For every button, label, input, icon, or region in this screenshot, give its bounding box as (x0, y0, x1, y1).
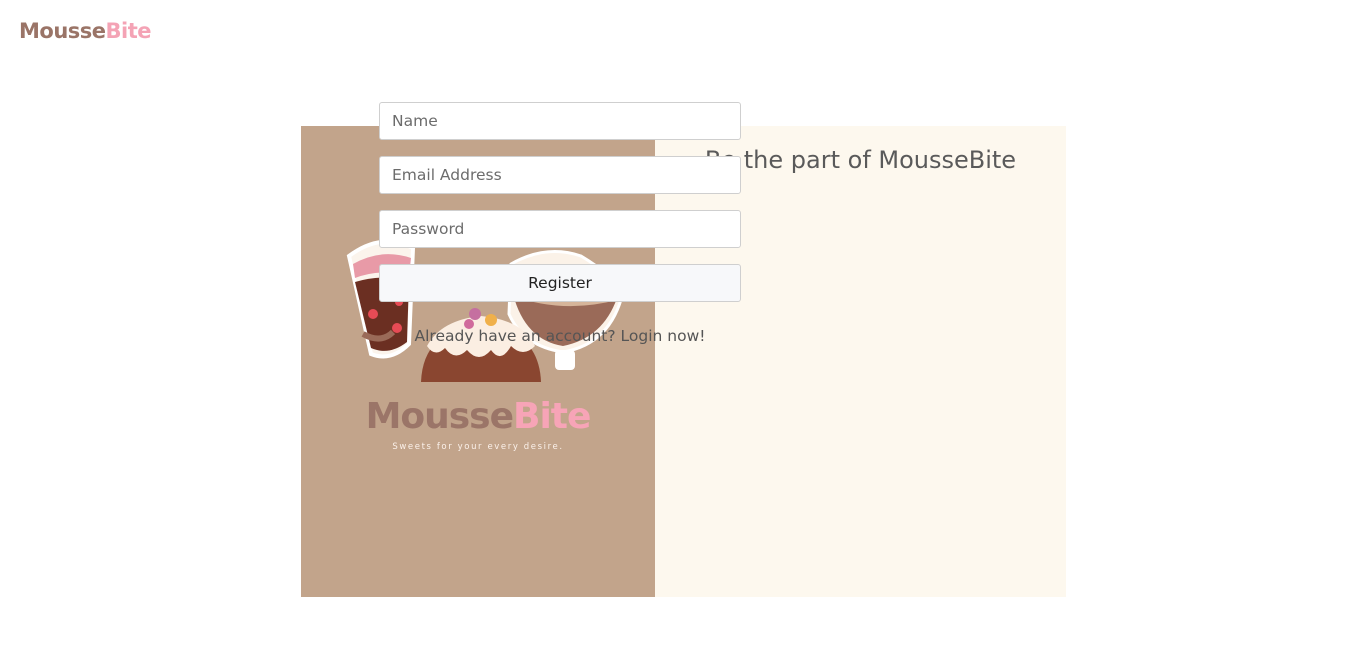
hero-brand-bite: Bite (513, 396, 591, 437)
register-button[interactable]: Register (379, 264, 741, 302)
logo-word-mousse: Mousse (19, 19, 106, 43)
hero-brand-mousse: Mousse (365, 396, 514, 437)
register-card: MousseBite Sweets for your every desire.… (301, 126, 1066, 597)
form-panel: Be the part of MousseBite (655, 126, 1066, 597)
login-prompt-text: Already have an account? (414, 327, 616, 345)
login-link[interactable]: Login now! (621, 327, 706, 345)
password-input[interactable] (379, 210, 741, 248)
desserts-illustration (346, 239, 625, 382)
hero-tagline: Sweets for your every desire. (392, 442, 564, 452)
hero-brand-logo: MousseBite (301, 395, 655, 439)
site-logo[interactable]: MousseBite (19, 18, 152, 44)
email-input[interactable] (379, 156, 741, 194)
logo-word-bite: Bite (105, 19, 152, 43)
name-input[interactable] (379, 102, 741, 140)
login-prompt: Already have an account? Login now! (379, 325, 741, 347)
hero-panel: MousseBite Sweets for your every desire. (301, 126, 655, 597)
